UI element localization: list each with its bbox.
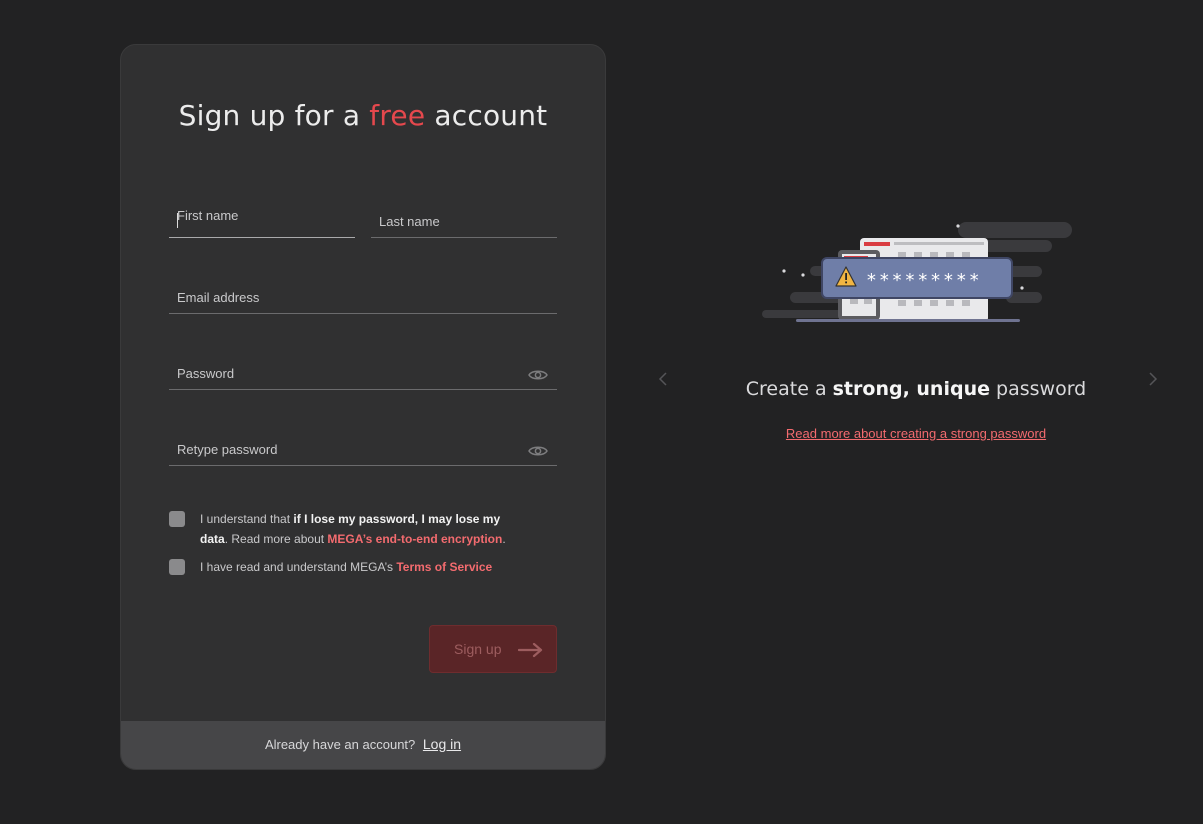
signup-card: Sign up for a free account First name La… xyxy=(120,44,606,770)
first-name-field[interactable]: First name xyxy=(169,197,355,238)
password-mask-text: ********* xyxy=(866,270,982,291)
consent-encryption-checkbox[interactable] xyxy=(169,511,185,527)
eye-icon[interactable] xyxy=(528,368,548,382)
retype-password-label: Retype password xyxy=(177,442,278,457)
text-caret xyxy=(177,213,178,228)
email-label: Email address xyxy=(177,290,260,305)
terms-link[interactable]: Terms of Service xyxy=(396,560,492,574)
last-name-label: Last name xyxy=(379,214,440,229)
chevron-right-icon[interactable] xyxy=(1148,371,1158,387)
consent-terms-row: I have read and understand MEGA’s Terms … xyxy=(169,557,529,577)
eye-icon[interactable] xyxy=(528,444,548,458)
arrow-right-icon xyxy=(518,642,543,658)
login-link[interactable]: Log in xyxy=(423,736,461,752)
password-label: Password xyxy=(177,366,235,381)
retype-password-field[interactable]: Retype password xyxy=(169,425,557,466)
consent-encryption-text: I understand that if I lose my password,… xyxy=(200,512,506,546)
signup-button-label: Sign up xyxy=(454,641,502,657)
slide-title: Create a strong, unique password xyxy=(745,378,1087,400)
password-field[interactable]: Password xyxy=(169,349,557,390)
chevron-left-icon[interactable] xyxy=(658,371,668,387)
first-name-label: First name xyxy=(177,208,239,223)
login-prompt: Already have an account? xyxy=(264,737,416,752)
signup-button[interactable]: Sign up xyxy=(429,625,557,673)
consent-encryption-row: I understand that if I lose my password,… xyxy=(169,509,506,549)
encryption-link[interactable]: MEGA’s end-to-end encryption xyxy=(327,532,502,546)
page-title: Sign up for a free account xyxy=(178,99,548,132)
consent-terms-checkbox[interactable] xyxy=(169,559,185,575)
password-illustration: ********* xyxy=(762,222,1072,322)
consent-terms-text: I have read and understand MEGA’s Terms … xyxy=(200,560,493,574)
last-name-field[interactable]: Last name xyxy=(371,197,557,238)
strong-password-link[interactable]: Read more about creating a strong passwo… xyxy=(700,426,1132,441)
login-footer: Already have an account? Log in xyxy=(121,721,605,769)
email-field[interactable]: Email address xyxy=(169,273,557,314)
